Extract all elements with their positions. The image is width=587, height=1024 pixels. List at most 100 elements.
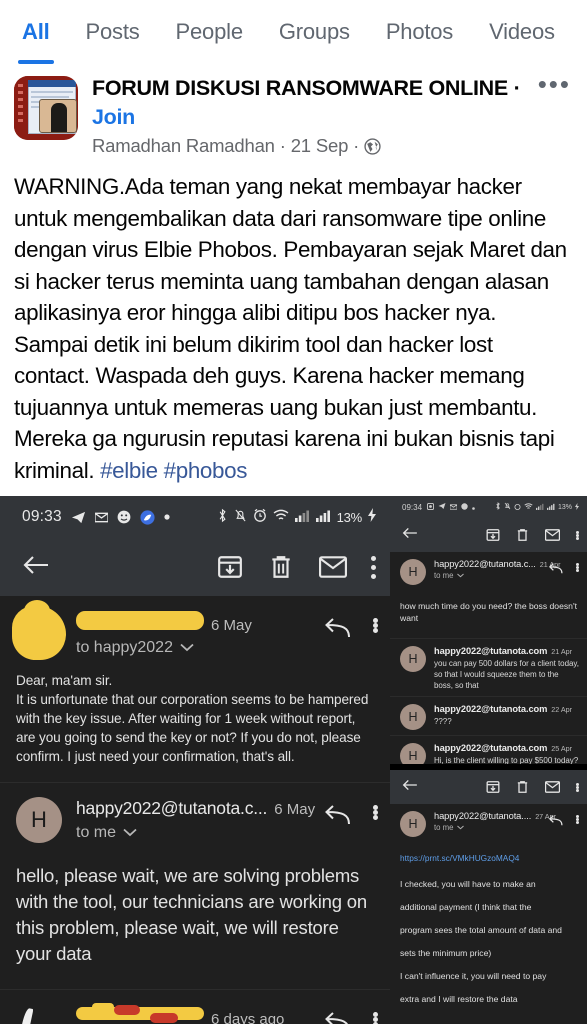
message-recipient[interactable]: to me xyxy=(76,824,323,842)
post-header: FORUM DISKUSI RANSOMWARE ONLINE · Join R… xyxy=(0,64,587,159)
post-body-text: WARNING.Ada teman yang nekat membayar ha… xyxy=(0,159,587,496)
avatar[interactable]: H xyxy=(400,559,426,585)
message-date: 6 May xyxy=(211,617,252,634)
reply-icon[interactable] xyxy=(548,563,563,575)
screenshot-link[interactable]: https://prnt.sc/VMkHUGzoMAQ4 xyxy=(400,852,577,864)
avatar[interactable] xyxy=(16,1004,62,1024)
message-header: H happy2022@tutanota.com 21 Apr you can … xyxy=(390,639,587,696)
recipient-label: to me xyxy=(434,823,454,832)
archive-icon[interactable] xyxy=(486,528,500,542)
tab-people[interactable]: People xyxy=(176,0,244,64)
alarm-icon xyxy=(514,503,521,512)
more-options-icon[interactable] xyxy=(373,618,378,633)
message-item[interactable]: 6 days ago to happy2022 xyxy=(0,990,390,1024)
avatar[interactable]: H xyxy=(400,811,426,837)
avatar[interactable]: H xyxy=(400,646,426,672)
group-avatar[interactable] xyxy=(14,76,78,140)
back-arrow-icon[interactable] xyxy=(402,778,418,797)
tab-posts[interactable]: Posts xyxy=(86,0,140,64)
battery-percent: 13% xyxy=(336,509,363,525)
group-name[interactable]: FORUM DISKUSI RANSOMWARE ONLINE · xyxy=(92,74,573,102)
avatar[interactable] xyxy=(12,600,66,660)
message-recipient[interactable]: to happy2022 xyxy=(76,639,323,657)
chevron-down-icon[interactable] xyxy=(456,571,464,580)
mark-unread-icon[interactable] xyxy=(545,781,560,793)
telegram-icon xyxy=(71,510,86,525)
message-item[interactable]: H happy2022@tutanota.com 22 Apr ???? xyxy=(390,697,587,736)
status-right-icons: 13% xyxy=(217,508,376,527)
message-item[interactable]: H happy2022@tutanota.c... 21 Apr to me h… xyxy=(390,552,587,639)
smiley-icon xyxy=(117,510,131,524)
message-body: https://prnt.sc/VMkHUGzoMAQ4 I checked, … xyxy=(390,842,587,1024)
message-item[interactable]: H happy2022@tutanota.com 25 Apr Hi, is t… xyxy=(390,736,587,764)
message-recipient[interactable]: to me xyxy=(434,823,548,832)
tab-groups[interactable]: Groups xyxy=(279,0,350,64)
bluetooth-icon xyxy=(495,502,501,512)
avatar[interactable]: H xyxy=(400,704,426,730)
mark-unread-icon[interactable] xyxy=(319,556,347,578)
android-status-bar: 09:33 13% xyxy=(0,496,390,538)
back-arrow-icon[interactable] xyxy=(402,526,418,545)
reply-icon[interactable] xyxy=(323,805,351,827)
archive-icon[interactable] xyxy=(217,554,243,580)
message-header: H happy2022@tutanota.c... 6 May to me xyxy=(0,783,390,849)
back-arrow-icon[interactable] xyxy=(22,553,50,582)
message-header: H happy2022@tutanota.... 27 Apr to me xyxy=(390,804,587,842)
message-item[interactable]: 6 May to happy2022 Dear, ma'am sir. It i… xyxy=(0,596,390,783)
notification-off-icon xyxy=(504,502,511,512)
chevron-down-icon[interactable] xyxy=(180,639,194,657)
tab-all[interactable]: All xyxy=(18,0,53,64)
post-date[interactable]: 21 Sep xyxy=(291,133,349,159)
archive-icon[interactable] xyxy=(486,780,500,794)
post-author[interactable]: Ramadhan Ramadhan xyxy=(92,133,275,159)
more-options-icon[interactable] xyxy=(576,563,579,572)
mark-unread-icon[interactable] xyxy=(545,529,560,541)
reply-icon[interactable] xyxy=(548,815,563,827)
tab-label: Photos xyxy=(385,19,454,44)
trash-icon[interactable] xyxy=(269,554,293,580)
post-options-icon[interactable]: ••• xyxy=(538,71,571,97)
chevron-down-icon[interactable] xyxy=(456,823,464,832)
notification-off-icon xyxy=(234,508,247,527)
more-options-icon[interactable] xyxy=(576,530,579,540)
message-recipient[interactable]: to me xyxy=(434,571,548,580)
right-bottom-panel: H happy2022@tutanota.... 27 Apr to me ht… xyxy=(390,770,587,1024)
chevron-down-icon[interactable] xyxy=(123,824,137,842)
trash-icon[interactable] xyxy=(516,528,529,542)
reply-icon[interactable] xyxy=(323,1012,351,1024)
message-item[interactable]: H happy2022@tutanota.com 21 Apr you can … xyxy=(390,639,587,697)
photos-icon xyxy=(427,502,435,512)
message-header: 6 days ago to happy2022 xyxy=(0,990,390,1024)
more-options-icon[interactable] xyxy=(371,555,376,579)
more-options-icon[interactable] xyxy=(373,1012,378,1024)
post-hashtags[interactable]: #elbie #phobos xyxy=(100,458,247,483)
reply-icon[interactable] xyxy=(323,618,351,640)
more-options-icon[interactable] xyxy=(576,782,579,792)
signal-icon xyxy=(315,509,331,526)
smiley-icon xyxy=(461,502,468,512)
message-date: 25 Apr xyxy=(551,744,573,753)
tab-label: All xyxy=(22,19,50,44)
browser-icon xyxy=(140,509,155,525)
trash-icon[interactable] xyxy=(516,780,529,794)
avatar[interactable]: H xyxy=(400,743,426,764)
more-options-icon[interactable] xyxy=(576,815,579,824)
dot-icon xyxy=(472,503,475,512)
right-screenshot-image[interactable]: 09:34 13% H happy2022@tutanota.c... 21 A… xyxy=(390,496,587,1024)
left-screenshot-image[interactable]: 09:33 13% 6 May to happy2022 Dear, ma'am… xyxy=(0,496,390,1024)
message-line: I checked, you will have to make an xyxy=(400,879,536,889)
avatar[interactable]: H xyxy=(16,797,62,843)
redacted-sender-name xyxy=(76,1003,204,1024)
tab-photos[interactable]: Photos xyxy=(386,0,453,64)
message-body: Dear, ma'am sir. It is unfortunate that … xyxy=(16,673,369,764)
wifi-icon xyxy=(524,502,533,512)
join-button[interactable]: Join xyxy=(92,102,573,132)
message-item[interactable]: H happy2022@tutanota.c... 6 May to me he… xyxy=(0,783,390,990)
message-date: 21 Apr xyxy=(551,647,573,656)
more-options-icon[interactable] xyxy=(373,805,378,820)
tab-videos[interactable]: Videos xyxy=(489,0,555,64)
globe-icon xyxy=(364,137,381,155)
message-item[interactable]: H happy2022@tutanota.... 27 Apr to me ht… xyxy=(390,804,587,1024)
message-snippet: Hi, is the client willing to pay $500 to… xyxy=(434,756,579,764)
message-header: 6 May to happy2022 xyxy=(0,596,390,663)
